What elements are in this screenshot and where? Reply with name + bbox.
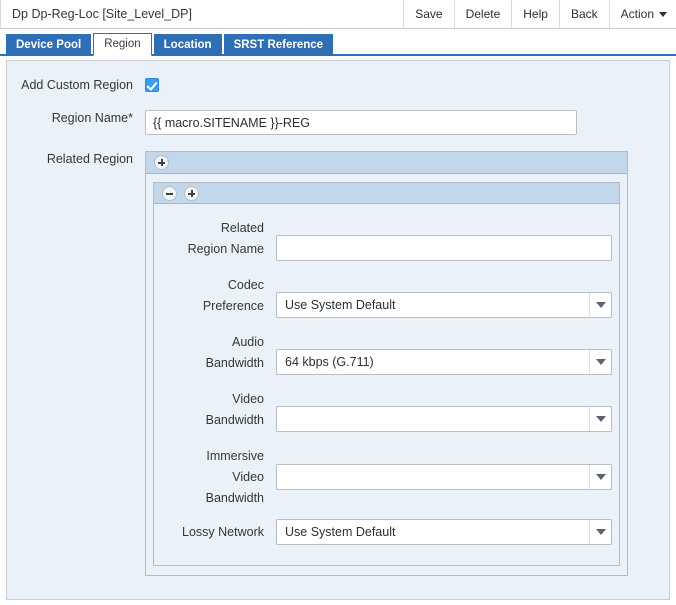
field-row-lossy-network: Lossy Network Use System Default <box>154 519 619 545</box>
chevron-down-icon <box>596 474 606 480</box>
related-region-name-field <box>276 218 619 261</box>
tab-location-label: Location <box>164 39 212 51</box>
codec-preference-value: Use System Default <box>285 293 583 317</box>
field-row-related-region-name: Related Region Name <box>154 218 619 261</box>
chevron-down-icon <box>596 529 606 535</box>
tab-bar: Device Pool Region Location SRST Referen… <box>0 29 676 56</box>
audio-bandwidth-select[interactable]: 64 kbps (G.711) <box>276 349 612 375</box>
action-menu-button[interactable]: Action <box>609 0 676 28</box>
chevron-down-icon <box>596 302 606 308</box>
field-row-add-custom-region: Add Custom Region <box>7 77 669 94</box>
back-button[interactable]: Back <box>559 0 609 28</box>
related-region-outer-body: Related Region Name <box>146 174 627 575</box>
remove-related-region-button[interactable] <box>162 186 177 201</box>
tab-location[interactable]: Location <box>154 34 222 56</box>
page-title: Dp Dp-Reg-Loc [Site_Level_DP] <box>12 7 192 21</box>
plus-icon-v <box>191 190 193 197</box>
related-region-inner-toolbar <box>154 183 619 204</box>
label-line: Region Name <box>154 239 264 260</box>
tab-srst-reference[interactable]: SRST Reference <box>224 34 333 56</box>
add-custom-region-checkbox[interactable] <box>145 78 159 92</box>
label-line: Related <box>154 218 264 239</box>
lossy-network-value: Use System Default <box>285 520 583 544</box>
tab-device-pool[interactable]: Device Pool <box>6 34 91 56</box>
audio-bandwidth-dropdown-arrow[interactable] <box>589 350 611 374</box>
help-button[interactable]: Help <box>511 0 559 28</box>
chevron-down-icon <box>659 12 667 17</box>
related-region-inner-body: Related Region Name <box>154 204 619 565</box>
codec-preference-field: Use System Default <box>276 275 619 318</box>
label-line: Preference <box>154 296 264 317</box>
help-button-label: Help <box>523 7 548 21</box>
label-line: Lossy Network <box>154 519 264 545</box>
label-line: Immersive <box>154 446 264 467</box>
field-row-codec-preference: Codec Preference Use System Default <box>154 275 619 318</box>
tab-region-label: Region <box>104 38 140 50</box>
immersive-video-bandwidth-label: Immersive Video Bandwidth <box>154 446 276 509</box>
codec-preference-select[interactable]: Use System Default <box>276 292 612 318</box>
delete-button-label: Delete <box>466 7 501 21</box>
label-line: Bandwidth <box>154 353 264 374</box>
back-button-label: Back <box>571 7 598 21</box>
minus-icon <box>166 193 173 195</box>
label-line: Video <box>154 467 264 488</box>
related-region-name-input[interactable] <box>276 235 612 261</box>
lossy-network-label: Lossy Network <box>154 519 276 545</box>
label-line: Bandwidth <box>154 488 264 509</box>
region-name-field <box>145 110 669 135</box>
audio-bandwidth-label: Audio Bandwidth <box>154 332 276 374</box>
add-related-region-group-button[interactable] <box>154 155 169 170</box>
codec-preference-label: Codec Preference <box>154 275 276 317</box>
codec-preference-dropdown-arrow[interactable] <box>589 293 611 317</box>
immersive-video-bandwidth-field <box>276 446 619 490</box>
save-button[interactable]: Save <box>403 0 453 28</box>
region-name-input[interactable] <box>145 110 577 135</box>
chevron-down-icon <box>596 359 606 365</box>
video-bandwidth-label: Video Bandwidth <box>154 389 276 431</box>
plus-icon-v <box>161 159 163 166</box>
lossy-network-select[interactable]: Use System Default <box>276 519 612 545</box>
tab-region[interactable]: Region <box>93 33 151 56</box>
field-row-video-bandwidth: Video Bandwidth <box>154 389 619 432</box>
label-line: Bandwidth <box>154 410 264 431</box>
immersive-video-bandwidth-select[interactable] <box>276 464 612 490</box>
add-custom-region-label: Add Custom Region <box>7 77 145 94</box>
label-line: Codec <box>154 275 264 296</box>
add-custom-region-field <box>145 77 669 92</box>
immersive-video-bandwidth-dropdown-arrow[interactable] <box>589 465 611 489</box>
field-row-related-region: Related Region <box>7 151 669 576</box>
field-row-region-name: Region Name* <box>7 110 669 135</box>
delete-button[interactable]: Delete <box>454 0 512 28</box>
audio-bandwidth-value: 64 kbps (G.711) <box>285 350 583 374</box>
tab-device-pool-label: Device Pool <box>16 39 81 51</box>
related-region-outer-panel: Related Region Name <box>145 151 628 576</box>
add-related-region-button[interactable] <box>184 186 199 201</box>
chevron-down-icon <box>596 416 606 422</box>
related-region-inner-panel: Related Region Name <box>153 182 620 566</box>
label-line: Audio <box>154 332 264 353</box>
audio-bandwidth-field: 64 kbps (G.711) <box>276 332 619 375</box>
region-form-panel: Add Custom Region Region Name* Related R… <box>6 60 670 600</box>
video-bandwidth-dropdown-arrow[interactable] <box>589 407 611 431</box>
field-row-immersive-video-bandwidth: Immersive Video Bandwidth <box>154 446 619 509</box>
region-name-label: Region Name* <box>7 110 145 127</box>
title-bar-actions: Save Delete Help Back Action <box>403 0 676 28</box>
label-line: Video <box>154 389 264 410</box>
video-bandwidth-select[interactable] <box>276 406 612 432</box>
action-menu-label: Action <box>621 7 654 21</box>
related-region-label: Related Region <box>7 151 145 168</box>
field-row-audio-bandwidth: Audio Bandwidth 64 kbps (G.711) <box>154 332 619 375</box>
title-bar: Dp Dp-Reg-Loc [Site_Level_DP] Save Delet… <box>0 0 676 29</box>
video-bandwidth-field <box>276 389 619 432</box>
content-wrapper: Add Custom Region Region Name* Related R… <box>0 56 676 600</box>
tab-srst-reference-label: SRST Reference <box>234 39 323 51</box>
lossy-network-dropdown-arrow[interactable] <box>589 520 611 544</box>
lossy-network-field: Use System Default <box>276 519 619 545</box>
related-region-outer-toolbar <box>146 152 627 174</box>
related-region-field: Related Region Name <box>145 151 669 576</box>
save-button-label: Save <box>415 7 442 21</box>
title-bar-left: Dp Dp-Reg-Loc [Site_Level_DP] <box>0 0 403 28</box>
related-region-name-label: Related Region Name <box>154 218 276 260</box>
